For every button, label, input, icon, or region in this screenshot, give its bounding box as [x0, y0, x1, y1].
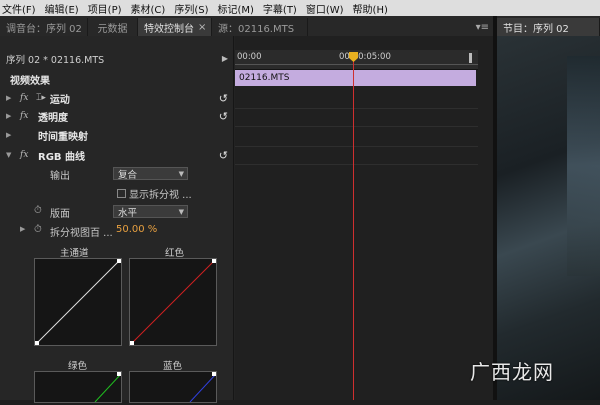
fx-toggle[interactable]: fx	[20, 111, 34, 121]
tab-program[interactable]: 节目：序列 02	[497, 18, 600, 36]
effect-name: 透明度	[38, 112, 68, 124]
clip-bar[interactable]: 02116.MTS	[235, 70, 476, 86]
menu-clip[interactable]: 素材(C)	[131, 1, 166, 16]
layout-dropdown[interactable]: 水平 ▼	[113, 205, 188, 219]
timeline-row-divider	[235, 126, 478, 127]
menu-sequence[interactable]: 序列(S)	[174, 1, 208, 16]
tab-metadata-label: 元数据	[97, 23, 128, 35]
effect-row-time-remap[interactable]: ▶ 时间重映射	[0, 127, 234, 143]
curve-blue-line	[189, 372, 217, 403]
sequence-header: 序列 02 * 02116.MTS ▶	[0, 50, 234, 67]
tab-program-label: 节目：序列 02	[503, 23, 569, 35]
menu-title[interactable]: 字幕(T)	[263, 1, 297, 16]
tab-audio-mixer[interactable]: 调音台：序列 02	[0, 18, 88, 36]
panel-menu-icon[interactable]: ▾≡	[472, 18, 493, 36]
tab-metadata[interactable]: 元数据	[88, 18, 138, 36]
timeline-row-divider	[235, 164, 478, 165]
effect-name: 运动	[49, 94, 70, 106]
curve-master[interactable]	[34, 258, 122, 346]
menu-window[interactable]: 窗口(W)	[306, 1, 344, 16]
expand-triangle-icon[interactable]: ▶	[6, 94, 16, 102]
playhead-handle-icon[interactable]	[349, 52, 358, 62]
play-icon[interactable]: ▶	[222, 54, 228, 63]
show-split-checkbox[interactable]	[117, 189, 126, 198]
menu-help[interactable]: 帮助(H)	[353, 1, 388, 16]
curve-master-line	[35, 259, 121, 345]
right-tab-bar: 节目：序列 02	[497, 16, 600, 36]
split-pct-value[interactable]: 50.00 %	[116, 224, 157, 235]
menu-bar: 文件(F) 编辑(E) 项目(P) 素材(C) 序列(S) 标记(M) 字幕(T…	[0, 0, 600, 16]
curve-label-master: 主通道	[60, 248, 89, 259]
tab-source-label: 源：02116.MTS	[218, 23, 295, 35]
effects-list: 序列 02 * 02116.MTS ▶ 视频效果 ▶ fx ⌶▸ 运动 ↺ ▶ …	[0, 36, 234, 403]
motion-icon: ⌶▸	[36, 93, 46, 103]
layout-label: 版面	[50, 209, 70, 220]
clip-name: 02116.MTS	[239, 73, 290, 83]
effect-name: RGB 曲线	[38, 151, 86, 163]
menu-edit[interactable]: 编辑(E)	[45, 1, 79, 16]
watermark-text: 广西龙网	[470, 360, 554, 384]
expand-triangle-icon[interactable]: ▶	[6, 112, 16, 120]
effect-row-opacity[interactable]: ▶ fx 透明度 ↺	[0, 108, 234, 124]
show-split-label: 显示拆分视 ...	[129, 190, 192, 201]
collapse-triangle-icon[interactable]: ▼	[6, 151, 16, 159]
menu-marker[interactable]: 标记(M)	[217, 1, 253, 16]
tab-effect-controls[interactable]: 特效控制台 ×	[138, 18, 212, 36]
chevron-down-icon: ▼	[178, 207, 184, 216]
effect-controls-panel: 序列 02 * 02116.MTS ▶ 视频效果 ▶ fx ⌶▸ 运动 ↺ ▶ …	[0, 36, 493, 403]
timeline-row-divider	[235, 108, 478, 109]
stopwatch-icon[interactable]: ⏱	[34, 224, 42, 235]
ruler-start: 00:00	[237, 52, 262, 62]
curve-green-line	[94, 372, 122, 403]
output-value: 复合	[118, 169, 138, 181]
program-monitor-video[interactable]	[497, 36, 600, 400]
playhead-line[interactable]	[353, 52, 354, 400]
sequence-header-label: 序列 02 * 02116.MTS	[6, 54, 105, 66]
stopwatch-icon[interactable]: ⏱	[34, 205, 42, 216]
output-label: 输出	[50, 171, 70, 182]
reset-icon[interactable]: ↺	[219, 92, 228, 105]
output-dropdown[interactable]: 复合 ▼	[113, 167, 188, 181]
left-tab-bar: 调音台：序列 02 元数据 特效控制台 × 源：02116.MTS ▾≡	[0, 16, 493, 36]
curve-blue[interactable]	[129, 371, 217, 403]
close-icon[interactable]: ×	[198, 22, 206, 33]
expand-triangle-icon[interactable]: ▶	[6, 131, 16, 139]
reset-icon[interactable]: ↺	[219, 110, 228, 123]
curve-red[interactable]	[129, 258, 217, 346]
tab-audio-mixer-label: 调音台：序列 02	[6, 23, 82, 35]
effect-row-motion[interactable]: ▶ fx ⌶▸ 运动 ↺	[0, 90, 234, 106]
curve-green[interactable]	[34, 371, 122, 403]
menu-project[interactable]: 项目(P)	[88, 1, 122, 16]
curve-label-green: 绿色	[68, 361, 88, 372]
expand-triangle-icon[interactable]: ▶	[20, 225, 25, 233]
video-effects-heading: 视频效果	[10, 75, 50, 87]
curve-label-red: 红色	[165, 248, 185, 259]
effect-row-rgb-curves[interactable]: ▼ fx RGB 曲线 ↺	[0, 147, 234, 163]
split-pct-label: 拆分视图百 ...	[50, 228, 113, 239]
fx-toggle[interactable]: fx	[20, 93, 34, 103]
curve-red-line	[130, 259, 216, 345]
layout-value: 水平	[118, 207, 138, 219]
ruler-end-marker	[469, 53, 472, 63]
chevron-down-icon: ▼	[178, 169, 184, 178]
timeline-row-divider	[235, 146, 478, 147]
menu-file[interactable]: 文件(F)	[2, 1, 36, 16]
ruler-mid: 00:00:05:00	[339, 52, 391, 62]
reset-icon[interactable]: ↺	[219, 149, 228, 162]
curve-label-blue: 蓝色	[163, 361, 183, 372]
fx-toggle[interactable]: fx	[20, 150, 34, 160]
tab-source[interactable]: 源：02116.MTS	[212, 18, 308, 36]
effect-timeline[interactable]: 00:00 00:00:05:00 02116.MTS	[235, 36, 493, 400]
effect-name: 时间重映射	[38, 131, 88, 143]
tab-effect-controls-label: 特效控制台	[144, 23, 194, 35]
